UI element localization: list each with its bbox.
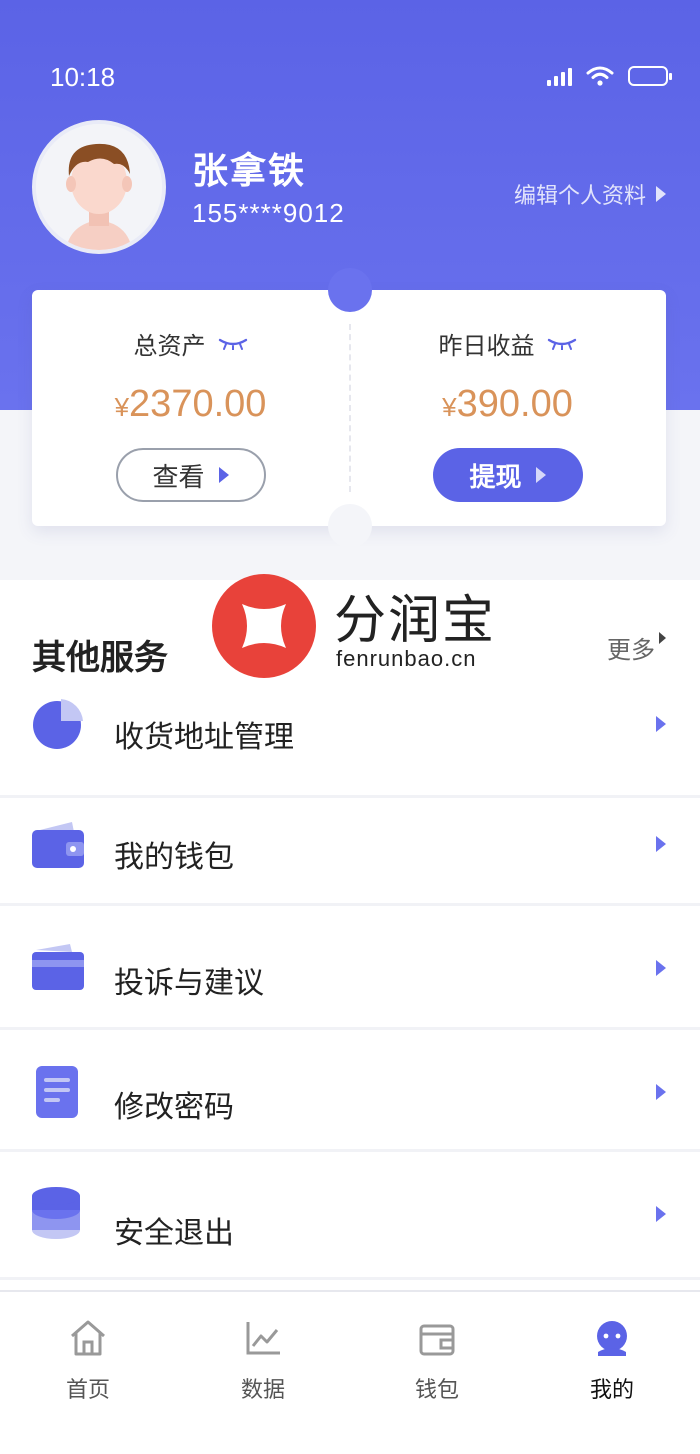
status-time: 10:18 xyxy=(50,62,116,92)
chevron-right-icon xyxy=(659,632,666,644)
watermark-url: fenrunbao.cn xyxy=(336,646,477,671)
card-notch xyxy=(328,268,372,312)
list-item-logout[interactable]: 安全退出 xyxy=(0,1152,700,1280)
edit-profile-label: 编辑个人资料 xyxy=(513,184,646,209)
view-button[interactable]: 查看 xyxy=(115,448,266,502)
chevron-right-icon xyxy=(656,186,666,202)
pie-chart-icon xyxy=(33,699,83,749)
service-label: 我的钱包 xyxy=(114,840,234,875)
chevron-right-icon xyxy=(656,1206,666,1222)
edit-profile-link[interactable]: 编辑个人资料 xyxy=(514,178,666,210)
chevron-right-icon xyxy=(656,960,666,976)
user-name: 张拿铁 xyxy=(192,151,307,192)
user-phone: 155****9012 xyxy=(192,198,345,228)
profile-icon xyxy=(597,1321,627,1356)
card-notch xyxy=(328,504,372,548)
database-icon xyxy=(32,1187,80,1239)
watermark-logo: 分润宝 fenrunbao.cn xyxy=(212,572,512,682)
services-title: 其他服务 xyxy=(32,638,168,678)
watermark-name: 分润宝 xyxy=(334,591,497,651)
tab-bar: 首页 数据 钱包 我的 xyxy=(0,1290,700,1454)
signal-icon xyxy=(547,68,572,86)
chevron-right-icon xyxy=(656,716,666,732)
list-item-feedback[interactable]: 投诉与建议 xyxy=(0,908,700,1030)
yesterday-earnings-value: ¥390.00 xyxy=(442,383,573,425)
battery-icon xyxy=(628,66,672,86)
chevron-right-icon xyxy=(656,1084,666,1100)
document-icon xyxy=(36,1066,78,1118)
total-assets: 总资产 ¥2370.00 查看 xyxy=(32,326,349,502)
eye-closed-icon[interactable] xyxy=(547,338,577,350)
chevron-right-icon xyxy=(218,467,229,483)
service-label: 投诉与建议 xyxy=(114,966,264,1001)
list-item-wallet[interactable]: 我的钱包 xyxy=(0,784,700,906)
tab-wallet[interactable]: 钱包 xyxy=(377,1318,497,1404)
avatar[interactable] xyxy=(32,120,166,254)
tab-mine[interactable]: 我的 xyxy=(552,1318,672,1404)
logo-mark-icon xyxy=(212,574,316,678)
eye-closed-icon[interactable] xyxy=(218,338,248,350)
list-item-address[interactable]: 收货地址管理 xyxy=(0,676,700,798)
chevron-right-icon xyxy=(656,836,666,852)
wallet-icon xyxy=(419,1324,455,1356)
card-icon xyxy=(32,944,84,990)
more-link[interactable]: 更多 xyxy=(607,630,666,665)
tab-home[interactable]: 首页 xyxy=(28,1318,148,1404)
yesterday-earnings: 昨日收益 ¥390.00 提现 xyxy=(349,326,666,502)
avatar-face-icon xyxy=(36,124,162,250)
status-icons xyxy=(547,66,672,86)
asset-card: 总资产 ¥2370.00 查看 昨日收益 ¥390.00 提现 xyxy=(32,268,666,548)
status-bar: 10:18 xyxy=(0,50,700,106)
chart-icon xyxy=(246,1322,280,1355)
withdraw-button[interactable]: 提现 xyxy=(432,448,583,502)
service-label: 收货地址管理 xyxy=(114,720,294,755)
home-icon xyxy=(71,1320,105,1356)
wifi-icon xyxy=(586,66,614,86)
service-label: 修改密码 xyxy=(114,1090,234,1125)
list-item-password[interactable]: 修改密码 xyxy=(0,1030,700,1152)
total-assets-value: ¥2370.00 xyxy=(114,383,267,425)
total-assets-label: 总资产 xyxy=(133,332,206,360)
tab-data[interactable]: 数据 xyxy=(203,1318,323,1404)
yesterday-earnings-label: 昨日收益 xyxy=(438,332,535,360)
services-section: 其他服务 更多 收货地址管理 我的钱包 投诉与建议 修改密码 安全退出 xyxy=(0,580,700,1290)
service-label: 安全退出 xyxy=(114,1216,234,1251)
wallet-icon xyxy=(32,822,84,868)
chevron-right-icon xyxy=(535,467,546,483)
